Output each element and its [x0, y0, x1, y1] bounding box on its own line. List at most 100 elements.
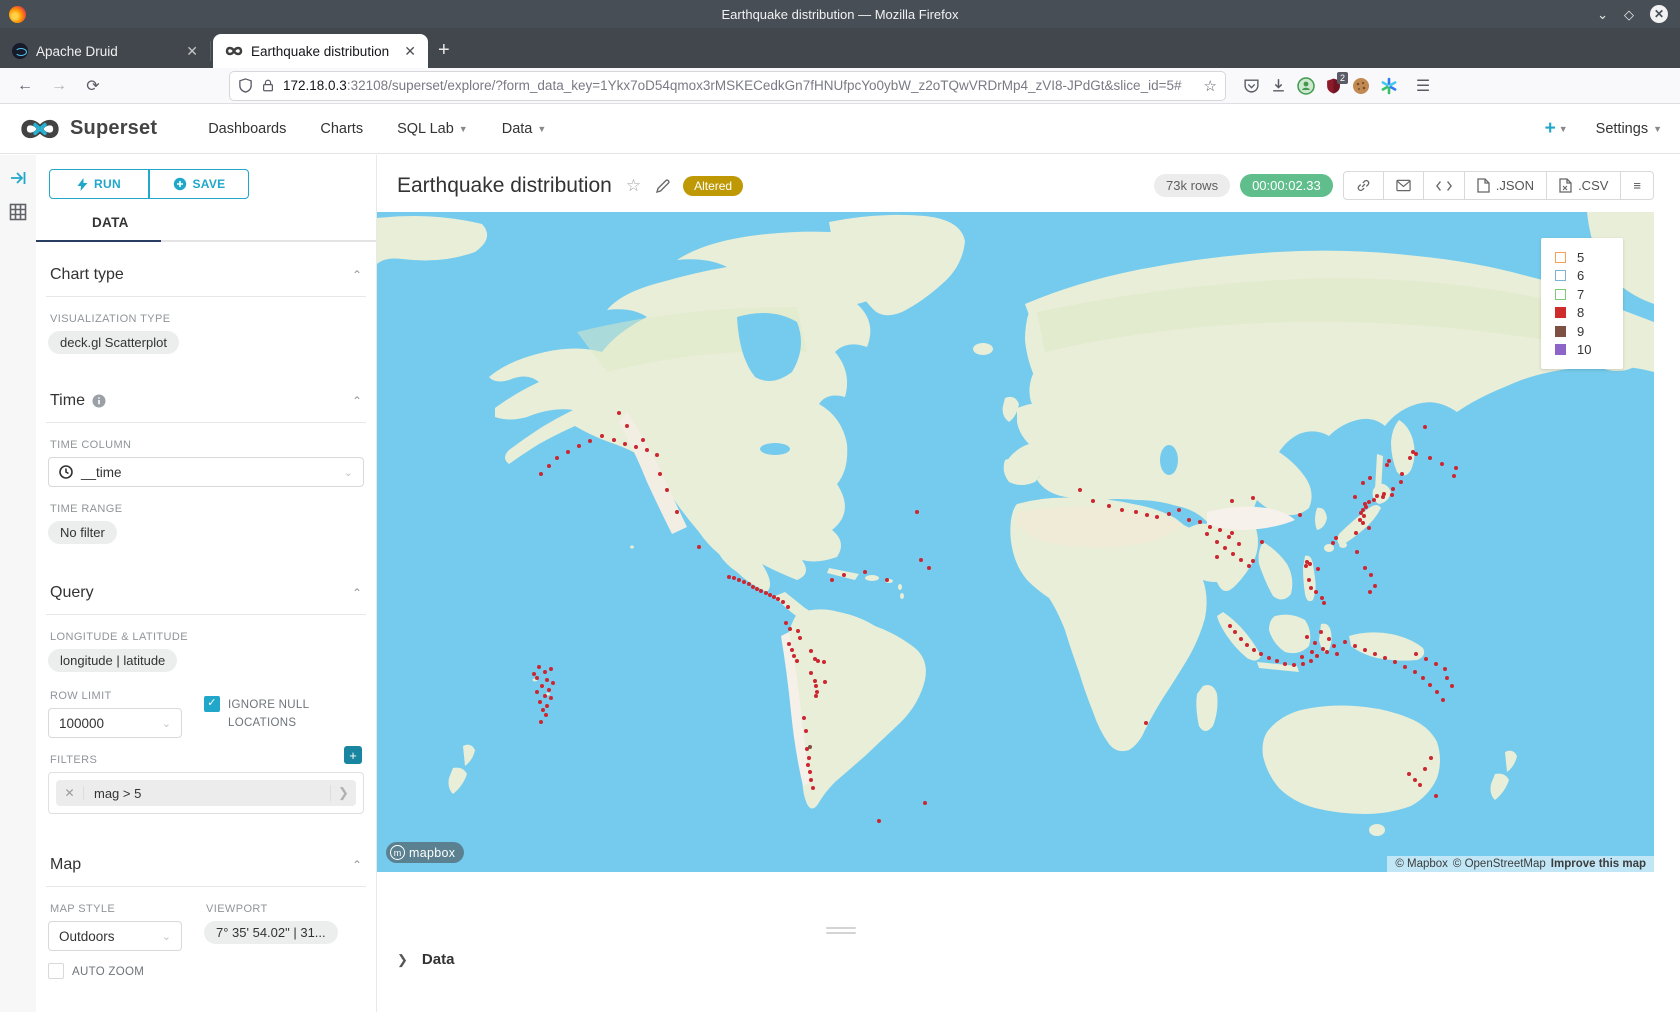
- add-filter-button[interactable]: +: [344, 746, 362, 764]
- superset-logo[interactable]: Superset: [18, 115, 157, 143]
- tab-close-icon[interactable]: ✕: [402, 43, 418, 60]
- dataset-grid-icon[interactable]: [9, 203, 27, 221]
- nav-sql-lab[interactable]: SQL Lab▼: [380, 121, 485, 137]
- chevron-up-icon[interactable]: ⌃: [352, 586, 362, 600]
- close-button[interactable]: ✕: [1650, 5, 1668, 23]
- menu-hamburger-icon[interactable]: ☰: [1408, 73, 1438, 99]
- bookmark-star-icon[interactable]: ☆: [1204, 77, 1217, 95]
- legend-item[interactable]: 9: [1555, 322, 1623, 341]
- extension-pinwheel-icon[interactable]: [1380, 77, 1398, 95]
- save-button[interactable]: SAVE: [149, 169, 249, 199]
- reload-button[interactable]: ⟳: [78, 73, 108, 99]
- mapbox-attribution-link[interactable]: © Mapbox: [1395, 858, 1448, 870]
- new-button[interactable]: +▼: [1545, 118, 1568, 140]
- forward-button[interactable]: →: [44, 73, 74, 99]
- earthquake-point: [806, 763, 810, 767]
- panel-resize-handle[interactable]: [826, 927, 856, 937]
- chart-menu-button[interactable]: ≡: [1620, 172, 1653, 199]
- embed-code-button[interactable]: [1423, 172, 1464, 199]
- collapsed-datasource-rail: [0, 155, 36, 1012]
- chevron-up-icon[interactable]: ⌃: [352, 268, 362, 282]
- back-button[interactable]: ←: [10, 73, 40, 99]
- legend-item[interactable]: 6: [1555, 267, 1623, 286]
- data-panel-toggle[interactable]: ❯ Data: [397, 951, 454, 968]
- osm-attribution-link[interactable]: © OpenStreetMap: [1453, 858, 1546, 870]
- expand-panel-icon[interactable]: [9, 169, 27, 187]
- new-tab-button[interactable]: +: [438, 39, 450, 62]
- info-icon: [92, 394, 106, 408]
- viewport-value[interactable]: 7° 35' 54.02" | 31...: [204, 921, 338, 944]
- nav-charts[interactable]: Charts: [303, 121, 380, 137]
- url-bar[interactable]: 172.18.0.3:32108/superset/explore/?form_…: [230, 72, 1225, 100]
- extension-shield-icon[interactable]: 2: [1325, 77, 1342, 95]
- earthquake-point: [822, 660, 826, 664]
- earthquake-point: [1320, 596, 1324, 600]
- earthquake-point: [823, 680, 827, 684]
- time-column-select[interactable]: __time ⌄: [48, 457, 364, 487]
- run-button[interactable]: RUN: [49, 169, 149, 199]
- lock-insecure-icon[interactable]: [261, 78, 275, 93]
- world-map-land: [377, 212, 1654, 872]
- export-json-button[interactable]: .JSON: [1464, 172, 1546, 199]
- maximize-button[interactable]: ◇: [1624, 8, 1634, 21]
- chevron-up-icon[interactable]: ⌃: [352, 394, 362, 408]
- legend-item[interactable]: 5: [1555, 248, 1623, 267]
- cookie-icon[interactable]: [1352, 77, 1370, 95]
- altered-badge[interactable]: Altered: [683, 176, 743, 196]
- section-chart-type-header[interactable]: Chart type ⌃: [48, 260, 364, 296]
- ignore-null-checkbox-row[interactable]: ✓ IGNORE NULLLOCATIONS: [204, 696, 309, 733]
- lonlat-value[interactable]: longitude | latitude: [48, 649, 177, 672]
- favorite-star-icon[interactable]: ☆: [626, 176, 641, 196]
- earthquake-point: [1198, 520, 1202, 524]
- legend-item[interactable]: 8: [1555, 304, 1623, 323]
- chart-actions: .JSON .CSV ≡: [1343, 171, 1654, 200]
- settings-menu[interactable]: Settings▼: [1596, 121, 1662, 137]
- filter-item[interactable]: ✕ mag > 5 ❯: [56, 780, 356, 806]
- improve-map-link[interactable]: Improve this map: [1551, 858, 1646, 870]
- section-query-header[interactable]: Query ⌃: [48, 578, 364, 614]
- mapbox-logo[interactable]: m mapbox: [386, 842, 464, 863]
- earthquake-point: [1375, 494, 1379, 498]
- earthquake-point: [1361, 521, 1365, 525]
- email-button[interactable]: [1383, 172, 1423, 199]
- tab-apache-druid[interactable]: Apache Druid ✕: [0, 34, 210, 68]
- nav-dashboards[interactable]: Dashboards: [191, 121, 303, 137]
- remove-filter-icon[interactable]: ✕: [56, 786, 84, 800]
- edit-pencil-icon[interactable]: [655, 178, 671, 194]
- viz-type-value[interactable]: deck.gl Scatterplot: [48, 331, 179, 354]
- nav-data[interactable]: Data▼: [485, 121, 564, 137]
- legend-item[interactable]: 10: [1555, 341, 1623, 360]
- checkbox-checked-icon[interactable]: ✓: [204, 696, 220, 712]
- copy-link-button[interactable]: [1344, 172, 1383, 199]
- shield-icon[interactable]: [238, 78, 253, 93]
- tab-earthquake-distribution[interactable]: Earthquake distribution ✕: [213, 34, 428, 68]
- chevron-up-icon[interactable]: ⌃: [352, 858, 362, 872]
- earthquake-point: [1227, 535, 1231, 539]
- download-icon[interactable]: [1270, 77, 1287, 94]
- time-range-value[interactable]: No filter: [48, 521, 117, 544]
- deckgl-scatterplot-map[interactable]: 5678910 m mapbox © Mapbox © OpenStreetMa…: [377, 212, 1654, 872]
- earthquake-point: [600, 434, 604, 438]
- earthquake-point: [1215, 555, 1219, 559]
- section-time-header[interactable]: Time ⌃: [48, 386, 364, 422]
- earthquake-point: [1309, 586, 1313, 590]
- earthquake-point: [1322, 601, 1326, 605]
- earthquake-point: [1218, 528, 1222, 532]
- earthquake-point: [776, 597, 780, 601]
- export-csv-button[interactable]: .CSV: [1546, 172, 1620, 199]
- earthquake-point: [1413, 778, 1417, 782]
- auto-zoom-checkbox-row[interactable]: AUTO ZOOM: [48, 963, 182, 981]
- section-map-header[interactable]: Map ⌃: [48, 850, 364, 886]
- expand-filter-icon[interactable]: ❯: [330, 785, 356, 801]
- earthquake-point: [1145, 513, 1149, 517]
- minimize-button[interactable]: ⌄: [1597, 8, 1608, 21]
- map-style-select[interactable]: Outdoors ⌄: [48, 921, 182, 951]
- pocket-icon[interactable]: [1243, 77, 1260, 94]
- tab-data[interactable]: DATA: [48, 215, 364, 230]
- checkbox-unchecked-icon[interactable]: [48, 963, 64, 979]
- extension-green-icon[interactable]: [1297, 77, 1315, 95]
- tab-close-icon[interactable]: ✕: [184, 43, 200, 60]
- earthquake-point: [816, 659, 820, 663]
- legend-item[interactable]: 7: [1555, 285, 1623, 304]
- row-limit-select[interactable]: 100000 ⌄: [48, 708, 182, 738]
